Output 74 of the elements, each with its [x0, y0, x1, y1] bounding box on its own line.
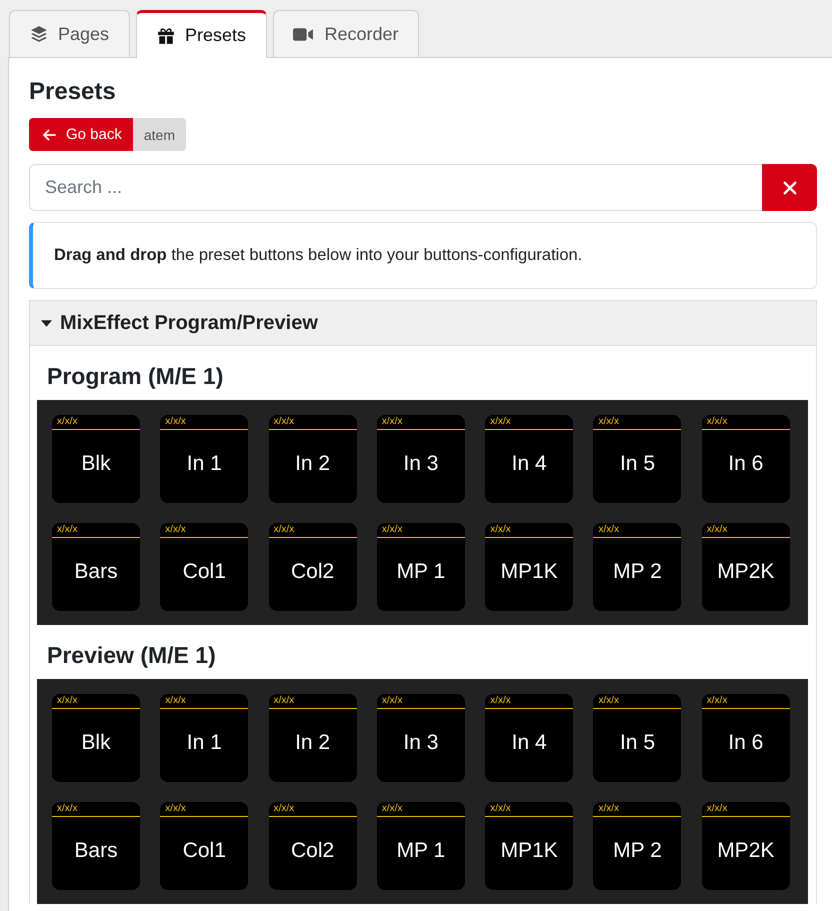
- caret-down-icon: [41, 320, 52, 326]
- preset-button[interactable]: x/x/x MP1K: [485, 523, 574, 611]
- location-label: x/x/x: [376, 415, 465, 430]
- close-icon: [782, 180, 796, 194]
- location-label: x/x/x: [52, 802, 140, 817]
- preset-button[interactable]: x/x/x In 6: [702, 694, 790, 782]
- clear-search-button[interactable]: [762, 164, 817, 211]
- location-label: x/x/x: [702, 523, 790, 538]
- location-label: x/x/x: [160, 694, 248, 709]
- gift-icon: [156, 26, 175, 44]
- location-label: x/x/x: [485, 802, 574, 817]
- preset-button[interactable]: x/x/x In 3: [376, 694, 465, 782]
- location-label: x/x/x: [593, 802, 682, 817]
- preset-button[interactable]: x/x/x In 2: [268, 415, 357, 503]
- location-label: x/x/x: [268, 523, 357, 538]
- group-heading: Preview (M/E 1): [47, 641, 217, 670]
- info-text: Drag and drop the preset buttons below into your buttons-configuration.: [54, 246, 582, 265]
- preset-button[interactable]: x/x/x MP1K: [485, 802, 574, 890]
- preset-button[interactable]: x/x/x In 4: [485, 694, 574, 782]
- location-label: x/x/x: [268, 415, 357, 430]
- arrow-left-icon: [42, 128, 56, 140]
- location-label: x/x/x: [52, 694, 140, 709]
- preset-button[interactable]: x/x/x MP2K: [702, 523, 790, 611]
- location-label: x/x/x: [702, 694, 790, 709]
- back-button[interactable]: Go back: [29, 118, 133, 151]
- location-label: x/x/x: [593, 523, 682, 538]
- preset-button[interactable]: x/x/x Bars: [52, 802, 140, 890]
- preset-button[interactable]: x/x/x Col1: [160, 802, 248, 890]
- location-label: x/x/x: [160, 802, 248, 817]
- preset-button[interactable]: x/x/x Col1: [160, 523, 248, 611]
- location-label: x/x/x: [376, 802, 465, 817]
- preset-button[interactable]: x/x/x In 4: [485, 415, 574, 503]
- location-label: x/x/x: [160, 523, 248, 538]
- location-label: x/x/x: [485, 415, 574, 430]
- location-label: x/x/x: [593, 415, 682, 430]
- preset-button[interactable]: x/x/x In 3: [376, 415, 465, 503]
- location-label: x/x/x: [268, 694, 357, 709]
- preset-button[interactable]: x/x/x Bars: [52, 523, 140, 611]
- preset-button[interactable]: x/x/x MP2K: [702, 802, 790, 890]
- location-label: x/x/x: [376, 523, 465, 538]
- page-title: Presets: [29, 77, 117, 107]
- tab[interactable]: Presets: [136, 10, 267, 58]
- preset-button[interactable]: x/x/x MP 2: [593, 802, 682, 890]
- preset-button[interactable]: x/x/x MP 2: [593, 523, 682, 611]
- preset-button[interactable]: x/x/x MP 1: [376, 802, 465, 890]
- tab[interactable]: Pages: [9, 10, 130, 57]
- preset-button[interactable]: x/x/x In 1: [160, 694, 248, 782]
- module-label: atem: [132, 118, 186, 151]
- group-heading: Program (M/E 1): [47, 362, 224, 391]
- location-label: x/x/x: [268, 802, 357, 817]
- preset-button[interactable]: x/x/x In 1: [160, 415, 248, 503]
- location-label: x/x/x: [52, 415, 140, 430]
- preset-button[interactable]: x/x/x MP 1: [376, 523, 465, 611]
- location-label: x/x/x: [702, 415, 790, 430]
- video-camera-icon: [293, 26, 314, 42]
- preset-button[interactable]: x/x/x In 5: [593, 415, 682, 503]
- search-field[interactable]: Search ...: [29, 164, 762, 211]
- location-label: x/x/x: [52, 523, 140, 538]
- preset-button[interactable]: x/x/x In 2: [268, 694, 357, 782]
- preset-button[interactable]: x/x/x Col2: [268, 523, 357, 611]
- preset-button[interactable]: x/x/x In 5: [593, 694, 682, 782]
- preset-button[interactable]: x/x/x Col2: [268, 802, 357, 890]
- preset-button[interactable]: x/x/x In 6: [702, 415, 790, 503]
- preset-button[interactable]: x/x/x Blk: [52, 415, 140, 503]
- layers-icon: [30, 25, 48, 43]
- location-label: x/x/x: [485, 694, 574, 709]
- tab[interactable]: Recorder: [273, 10, 419, 57]
- location-label: x/x/x: [485, 523, 574, 538]
- accordion-header[interactable]: MixEffect Program/Preview: [30, 301, 816, 346]
- location-label: x/x/x: [376, 694, 465, 709]
- preset-button[interactable]: x/x/x Blk: [52, 694, 140, 782]
- location-label: x/x/x: [160, 415, 248, 430]
- location-label: x/x/x: [593, 694, 682, 709]
- location-label: x/x/x: [702, 802, 790, 817]
